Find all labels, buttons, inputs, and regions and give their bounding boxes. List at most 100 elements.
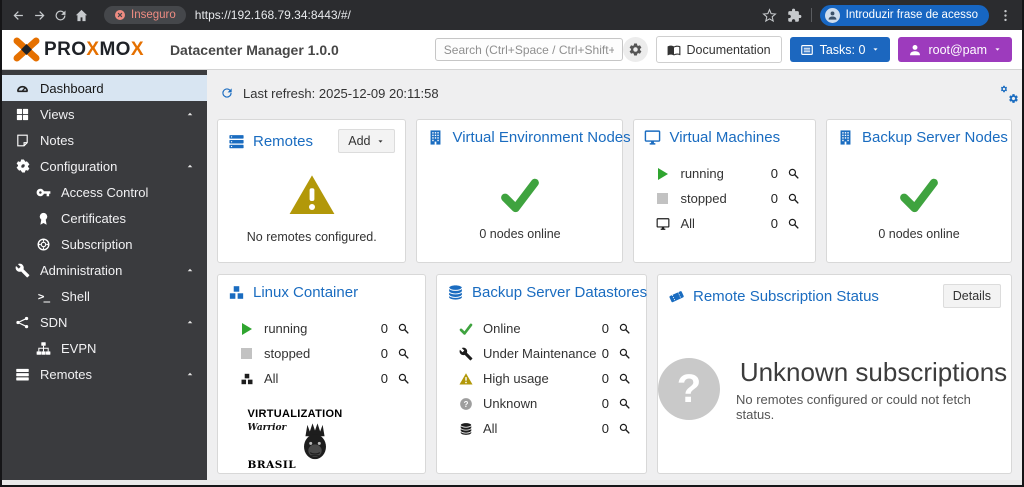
status-row-stopped: stopped 0 xyxy=(644,186,805,211)
search-icon[interactable] xyxy=(397,372,410,385)
row-label: High usage xyxy=(483,371,549,386)
browser-menu-icon[interactable] xyxy=(997,7,1014,24)
sidebar-item-notes[interactable]: Notes xyxy=(2,127,207,153)
sidebar-item-label: Access Control xyxy=(61,184,149,200)
extensions-icon[interactable] xyxy=(786,7,803,24)
home-icon[interactable] xyxy=(73,7,90,24)
sidebar-item-administration[interactable]: Administration xyxy=(2,257,207,283)
ve-nodes-card: Virtual Environment Nodes 0 nodes online xyxy=(416,119,631,263)
book-icon xyxy=(667,43,681,57)
sidebar-item-access-control[interactable]: Access Control xyxy=(2,179,207,205)
nodes-online-text: 0 nodes online xyxy=(878,226,960,241)
status-row-all: All 0 xyxy=(447,416,636,441)
theme-gear-button[interactable] xyxy=(622,37,648,62)
browser-toolbar: Inseguro https://192.168.79.34:8443/#/ I… xyxy=(2,0,1022,30)
status-row-all: All 0 xyxy=(644,211,805,236)
user-label: root@pam xyxy=(928,42,987,57)
tasks-button[interactable]: Tasks: 0 xyxy=(789,37,891,62)
watermark-line2: Warrior xyxy=(247,423,287,433)
sidebar-item-dashboard[interactable]: Dashboard xyxy=(2,75,207,101)
search-icon[interactable] xyxy=(618,397,631,410)
server-stack-icon xyxy=(14,366,31,382)
search-icon[interactable] xyxy=(618,322,631,335)
virtual-machines-card: Virtual Machines running 0 stopped 0 All… xyxy=(633,119,816,263)
card-title: Backup Server Datastores xyxy=(472,284,648,301)
server-stack-icon xyxy=(228,133,245,150)
chevron-down-icon xyxy=(993,45,1002,54)
forward-icon[interactable] xyxy=(31,7,48,24)
play-icon xyxy=(655,166,670,181)
search-icon[interactable] xyxy=(618,372,631,385)
row-count: 0 xyxy=(770,216,778,231)
row-count: 0 xyxy=(770,166,778,181)
chevron-up-icon xyxy=(185,369,195,379)
row-label: Unknown xyxy=(483,396,538,411)
question-icon xyxy=(458,396,473,411)
stop-icon xyxy=(655,191,670,206)
play-icon xyxy=(239,321,254,336)
browser-window: Inseguro https://192.168.79.34:8443/#/ I… xyxy=(2,0,1022,485)
row-label: Online xyxy=(483,321,521,336)
not-secure-badge[interactable]: Inseguro xyxy=(104,6,186,24)
sidebar-item-configuration[interactable]: Configuration xyxy=(2,153,207,179)
search-icon[interactable] xyxy=(397,347,410,360)
user-icon xyxy=(908,43,922,57)
search-icon[interactable] xyxy=(618,422,631,435)
status-row-high-usage: High usage 0 xyxy=(447,366,636,391)
profile-label: Introduzir frase de acesso xyxy=(845,9,978,21)
sidebar-item-label: SDN xyxy=(40,314,68,330)
browser-profile-button[interactable]: Introduzir frase de acesso xyxy=(819,4,989,26)
reload-icon[interactable] xyxy=(52,7,69,24)
search-icon[interactable] xyxy=(787,167,800,180)
user-menu-button[interactable]: root@pam xyxy=(898,37,1012,62)
check-icon xyxy=(896,174,942,216)
details-button[interactable]: Details xyxy=(942,284,1001,308)
sidebar-item-sdn[interactable]: SDN xyxy=(2,309,207,335)
not-secure-label: Inseguro xyxy=(131,9,176,21)
card-title: Linux Container xyxy=(253,284,359,301)
toolbar-divider xyxy=(810,8,812,22)
add-remote-button[interactable]: Add xyxy=(338,129,396,153)
sidebar-item-remotes[interactable]: Remotes xyxy=(2,361,207,387)
cubes-icon xyxy=(228,284,245,301)
terminal-icon: >_ xyxy=(37,289,50,303)
refresh-icon[interactable] xyxy=(220,86,234,100)
search-icon[interactable] xyxy=(787,217,800,230)
row-label: stopped xyxy=(264,346,311,361)
row-label: running xyxy=(264,321,308,336)
chevron-up-icon xyxy=(185,109,195,119)
search-icon[interactable] xyxy=(397,322,410,335)
sidebar-item-label: Certificates xyxy=(61,210,127,226)
documentation-button[interactable]: Documentation xyxy=(655,36,782,63)
app-header: PROXMOX Datacenter Manager 1.0.0 Documen… xyxy=(2,30,1022,70)
bookmark-star-icon[interactable] xyxy=(761,7,778,24)
sidebar-item-subscription[interactable]: Subscription xyxy=(2,231,207,257)
card-title: Remote Subscription Status xyxy=(693,287,879,305)
chevron-down-icon xyxy=(376,137,385,146)
virtualization-warrior-watermark: VIRTUALIZATION Warrior BRASIL xyxy=(218,408,425,471)
row-label: All xyxy=(483,421,498,436)
row-count: 0 xyxy=(770,191,778,206)
database-icon xyxy=(447,284,464,301)
cogs-icon xyxy=(14,158,31,174)
documentation-label: Documentation xyxy=(686,42,771,57)
sidebar-item-shell[interactable]: >_ Shell xyxy=(2,283,207,309)
database-icon xyxy=(458,421,473,436)
sidebar-item-evpn[interactable]: EVPN xyxy=(2,335,207,361)
row-label: All xyxy=(680,216,695,231)
search-icon[interactable] xyxy=(787,192,800,205)
back-icon[interactable] xyxy=(10,7,27,24)
card-title: Backup Server Nodes xyxy=(862,129,1008,146)
sidebar-item-views[interactable]: Views xyxy=(2,101,207,127)
proxmox-logo: PROXMOX xyxy=(12,37,144,62)
sidebar-item-label: Views xyxy=(40,106,75,122)
tasks-label: Tasks: 0 xyxy=(819,42,866,57)
search-input[interactable] xyxy=(434,38,623,61)
search-icon[interactable] xyxy=(618,347,631,360)
row-count: 0 xyxy=(380,371,388,386)
lifebuoy-icon xyxy=(35,236,52,252)
last-refresh-text: Last refresh: 2025-12-09 20:11:58 xyxy=(243,85,439,101)
address-bar[interactable]: Inseguro https://192.168.79.34:8443/#/ xyxy=(102,3,749,27)
sidebar-item-certificates[interactable]: Certificates xyxy=(2,205,207,231)
row-label: running xyxy=(680,166,724,181)
